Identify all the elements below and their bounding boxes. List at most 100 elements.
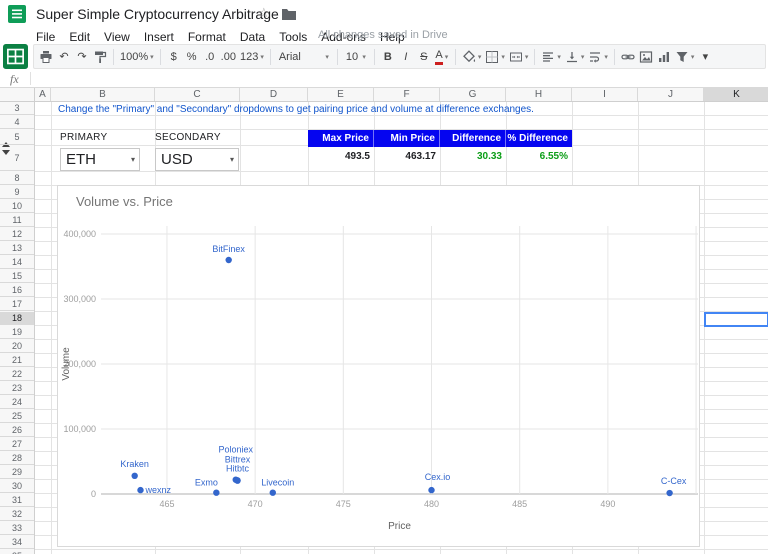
print-button[interactable] <box>37 47 55 67</box>
borders-button[interactable]: ▾ <box>483 47 507 67</box>
row-header-34[interactable]: 34 <box>0 536 34 549</box>
menu-file[interactable]: File <box>36 30 55 44</box>
document-title[interactable]: Super Simple Cryptocurrency Arbitrage <box>36 6 279 22</box>
increase-decimals-button[interactable]: .00 <box>219 47 238 67</box>
row-header-3[interactable]: 3 <box>0 102 34 115</box>
format-currency-button[interactable]: $ <box>165 47 183 67</box>
text-color-button-label: A <box>435 49 442 65</box>
menu-tools[interactable]: Tools <box>279 30 307 44</box>
row-header-10[interactable]: 10 <box>0 200 34 213</box>
bold-button[interactable]: B <box>379 47 397 67</box>
decrease-decimals-button[interactable]: .0 <box>201 47 219 67</box>
row-header-12[interactable]: 12 <box>0 228 34 241</box>
row-header-18[interactable]: 18 <box>0 312 34 325</box>
more-button[interactable]: ▾ <box>696 47 714 67</box>
menu-view[interactable]: View <box>104 30 130 44</box>
secondary-currency-dropdown[interactable]: USD ▾ <box>155 148 239 171</box>
redo-button[interactable]: ↷ <box>73 47 91 67</box>
row-header-16[interactable]: 16 <box>0 284 34 297</box>
column-header-J[interactable]: J <box>638 88 704 101</box>
column-header-F[interactable]: F <box>374 88 440 101</box>
column-header-H[interactable]: H <box>506 88 572 101</box>
font-family-select[interactable]: Arial▾ <box>275 47 333 67</box>
select-all-corner[interactable] <box>0 88 35 102</box>
selected-cell[interactable] <box>704 312 768 327</box>
menu-format[interactable]: Format <box>188 30 226 44</box>
row-header-20[interactable]: 20 <box>0 340 34 353</box>
row-header-11[interactable]: 11 <box>0 214 34 227</box>
column-header-C[interactable]: C <box>155 88 240 101</box>
menu-edit[interactable]: Edit <box>69 30 90 44</box>
row-header-33[interactable]: 33 <box>0 522 34 535</box>
row-header-30[interactable]: 30 <box>0 480 34 493</box>
undo-button[interactable]: ↶ <box>55 47 73 67</box>
row-header-22[interactable]: 22 <box>0 368 34 381</box>
row-header-17[interactable]: 17 <box>0 298 34 311</box>
sheets-logo-icon[interactable] <box>8 5 26 23</box>
merge-cells-button[interactable]: ▾ <box>507 47 531 67</box>
star-icon[interactable]: ☆ <box>258 5 270 21</box>
row-header-9[interactable]: 9 <box>0 186 34 199</box>
number-format-button[interactable]: 123▾ <box>238 47 266 67</box>
stat-header-min-price: Min Price <box>374 130 440 147</box>
menu-data[interactable]: Data <box>240 30 265 44</box>
cells-area[interactable]: Change the "Primary" and "Secondary" dro… <box>35 102 768 554</box>
row-header-13[interactable]: 13 <box>0 242 34 255</box>
primary-currency-dropdown[interactable]: ETH ▾ <box>60 148 140 171</box>
row-header-32[interactable]: 32 <box>0 508 34 521</box>
column-header-G[interactable]: G <box>440 88 506 101</box>
paint-format-button[interactable] <box>91 47 109 67</box>
row-header-27[interactable]: 27 <box>0 438 34 451</box>
row-header-24[interactable]: 24 <box>0 396 34 409</box>
sheets-home-icon[interactable] <box>3 44 28 69</box>
italic-button-label: I <box>404 47 407 67</box>
row-header-19[interactable]: 19 <box>0 326 34 339</box>
vertical-align-button[interactable]: ▾ <box>563 47 587 67</box>
column-header-D[interactable]: D <box>240 88 308 101</box>
text-wrap-button[interactable]: ▾ <box>586 47 610 67</box>
column-header-K[interactable]: K <box>704 88 768 101</box>
row-header-31[interactable]: 31 <box>0 494 34 507</box>
insert-link-button[interactable] <box>619 47 637 67</box>
chart-title: Volume vs. Price <box>76 194 173 209</box>
row-header-8[interactable]: 8 <box>0 172 34 185</box>
insert-image-button[interactable] <box>637 47 655 67</box>
strikethrough-button[interactable]: S <box>415 47 433 67</box>
column-header-E[interactable]: E <box>308 88 374 101</box>
row-header-28[interactable]: 28 <box>0 452 34 465</box>
row-header-7[interactable]: 7 <box>0 146 34 171</box>
filter-button[interactable]: ▾ <box>673 47 697 67</box>
row-header-14[interactable]: 14 <box>0 256 34 269</box>
google-sheets-app: Super Simple Cryptocurrency Arbitrage ☆ … <box>0 0 768 554</box>
insert-chart-button[interactable] <box>655 47 673 67</box>
horizontal-align-button[interactable]: ▾ <box>539 47 563 67</box>
row-header-15[interactable]: 15 <box>0 270 34 283</box>
redo-button-label: ↷ <box>77 47 86 67</box>
menu-insert[interactable]: Insert <box>144 30 174 44</box>
volume-price-chart[interactable]: 0100,000200,000300,000400,00046547047548… <box>57 185 700 547</box>
fill-color-button[interactable]: ▾ <box>460 47 484 67</box>
formula-input[interactable] <box>36 70 768 87</box>
row-header-21[interactable]: 21 <box>0 354 34 367</box>
text-color-button[interactable]: A▾ <box>433 47 451 67</box>
column-header-I[interactable]: I <box>572 88 638 101</box>
row-header-35[interactable]: 35 <box>0 550 34 554</box>
folder-icon[interactable] <box>282 8 296 20</box>
format-percent-button[interactable]: % <box>183 47 201 67</box>
row-header-25[interactable]: 25 <box>0 410 34 423</box>
toolbar-row: ↶↷100%▾$%.0.00123▾Arial▾10▾BISA▾▾▾▾▾▾▾▾▾ <box>0 44 768 70</box>
x-tick-label: 485 <box>512 499 527 509</box>
row-header-5[interactable]: 5 <box>0 130 34 145</box>
column-header-A[interactable]: A <box>35 88 51 101</box>
font-size-select[interactable]: 10▾ <box>342 47 370 67</box>
row-header-23[interactable]: 23 <box>0 382 34 395</box>
row-header-26[interactable]: 26 <box>0 424 34 437</box>
zoom-select[interactable]: 100%▾ <box>118 47 156 67</box>
paint-format-icon <box>93 50 107 64</box>
row-header-29[interactable]: 29 <box>0 466 34 479</box>
vertical-align-icon <box>565 50 579 64</box>
column-header-B[interactable]: B <box>51 88 155 101</box>
italic-button[interactable]: I <box>397 47 415 67</box>
x-tick-label: 480 <box>424 499 439 509</box>
row-header-4[interactable]: 4 <box>0 116 34 129</box>
